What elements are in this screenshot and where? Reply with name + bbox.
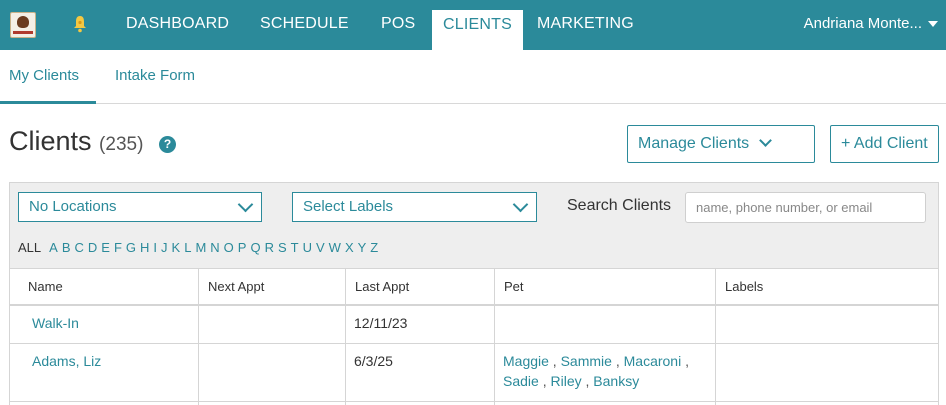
search-input[interactable] xyxy=(685,192,926,223)
alpha-letter[interactable]: O xyxy=(224,240,234,255)
pet-cell xyxy=(494,306,715,343)
alphabet-filter: ALL A B C D E F G H I J K L M N O P Q R S T U V W X Y Z xyxy=(18,240,382,255)
next-appt-cell xyxy=(198,306,345,343)
pet-link[interactable]: Sammie xyxy=(561,353,612,369)
client-name[interactable]: Walk-In xyxy=(32,315,79,331)
nav-marketing[interactable]: MARKETING xyxy=(537,0,634,50)
table-row[interactable]: Walk-In 12/11/23 xyxy=(10,306,938,344)
add-client-label: + Add Client xyxy=(841,135,928,152)
help-icon[interactable]: ? xyxy=(159,136,176,153)
alpha-letter[interactable]: P xyxy=(238,240,247,255)
alpha-letter[interactable]: Q xyxy=(250,240,260,255)
alpha-letter[interactable]: N xyxy=(210,240,219,255)
alpha-letter[interactable]: X xyxy=(345,240,354,255)
alpha-letter[interactable]: A xyxy=(49,240,58,255)
nav-clients[interactable]: CLIENTS xyxy=(432,10,523,50)
last-appt-cell: 12/11/23 xyxy=(345,306,494,343)
column-header-next-appt[interactable]: Next Appt xyxy=(198,269,345,305)
alpha-letter[interactable]: D xyxy=(88,240,97,255)
sub-tabs: My Clients Intake Form xyxy=(0,50,946,104)
alpha-letter[interactable]: Y xyxy=(358,240,367,255)
tab-my-clients[interactable]: My Clients xyxy=(0,50,96,104)
alpha-letter[interactable]: E xyxy=(101,240,110,255)
last-appt-cell: 6/3/25 xyxy=(345,344,494,401)
user-name: Andriana Monte... xyxy=(803,15,922,32)
nav-dashboard[interactable]: DASHBOARD xyxy=(126,0,229,50)
user-menu[interactable]: Andriana Monte... xyxy=(804,0,938,50)
nav-pos[interactable]: POS xyxy=(381,0,415,50)
alpha-letter[interactable]: U xyxy=(303,240,312,255)
alpha-letter[interactable]: H xyxy=(140,240,149,255)
top-nav-bar: DASHBOARD SCHEDULE POS CLIENTS MARKETING… xyxy=(0,0,946,50)
alpha-letter[interactable]: K xyxy=(172,240,181,255)
table-row[interactable]: Adams, Liz 6/3/25 Maggie , Sammie , Maca… xyxy=(10,344,938,402)
alpha-all[interactable]: ALL xyxy=(18,240,41,255)
manage-clients-label: Manage Clients xyxy=(638,135,750,152)
alpha-letter[interactable]: C xyxy=(74,240,83,255)
client-name-link[interactable]: Walk-In xyxy=(10,306,198,343)
add-client-button[interactable]: + Add Client xyxy=(830,125,939,163)
page-title: Clients (235) xyxy=(9,126,143,157)
table-header: Name Next Appt Last Appt Pet Labels xyxy=(10,268,938,306)
logo-text-mark xyxy=(13,31,33,34)
page-title-text: Clients xyxy=(9,126,92,156)
labels-cell xyxy=(715,344,938,401)
alpha-letter[interactable]: T xyxy=(291,240,299,255)
pet-link[interactable]: Sadie xyxy=(503,373,539,389)
chevron-down-icon xyxy=(759,134,773,147)
next-appt-cell xyxy=(198,344,345,401)
client-name-link[interactable]: Adams, Liz xyxy=(10,344,198,401)
labels-select-value: Select Labels xyxy=(303,198,394,215)
alpha-letter[interactable]: I xyxy=(153,240,157,255)
pet-cell: Maggie , Sammie , Macaroni , Sadie , Rile… xyxy=(494,344,715,401)
nav-schedule[interactable]: SCHEDULE xyxy=(260,0,349,50)
column-header-last-appt[interactable]: Last Appt xyxy=(345,269,494,305)
search-label: Search Clients xyxy=(567,197,672,214)
bell-icon[interactable] xyxy=(73,15,87,33)
clients-panel: No Locations Select Labels Search Client… xyxy=(9,182,939,405)
manage-clients-button[interactable]: Manage Clients xyxy=(627,125,815,163)
column-header-labels[interactable]: Labels xyxy=(715,269,938,305)
pet-link[interactable]: Riley xyxy=(550,373,581,389)
location-select-value: No Locations xyxy=(29,198,117,215)
alpha-letter[interactable]: R xyxy=(265,240,274,255)
tab-intake-form[interactable]: Intake Form xyxy=(115,50,195,104)
column-header-pet[interactable]: Pet xyxy=(494,269,715,305)
dog-logo-icon xyxy=(17,16,29,28)
alpha-letter[interactable]: V xyxy=(316,240,325,255)
alpha-letter[interactable]: F xyxy=(114,240,122,255)
chevron-down-icon xyxy=(237,196,254,213)
client-name[interactable]: Adams, Liz xyxy=(32,353,101,369)
labels-select[interactable]: Select Labels xyxy=(292,192,537,222)
pet-link[interactable]: Banksy xyxy=(593,373,639,389)
alpha-letter[interactable]: G xyxy=(126,240,136,255)
alpha-letter[interactable]: J xyxy=(161,240,168,255)
labels-cell xyxy=(715,306,938,343)
pet-link[interactable]: Maggie xyxy=(503,353,549,369)
alpha-letter[interactable]: S xyxy=(278,240,287,255)
column-header-name[interactable]: Name xyxy=(10,269,198,305)
alpha-letter[interactable]: L xyxy=(184,240,191,255)
alpha-letter[interactable]: Z xyxy=(370,240,378,255)
chevron-down-icon xyxy=(512,196,529,213)
caret-down-icon xyxy=(928,21,938,28)
alpha-letter[interactable]: B xyxy=(62,240,71,255)
alpha-letter[interactable]: W xyxy=(329,240,341,255)
pet-link[interactable]: Macaroni xyxy=(624,353,682,369)
brand-logo[interactable] xyxy=(10,12,36,38)
alpha-letter[interactable]: M xyxy=(195,240,206,255)
client-count: (235) xyxy=(99,134,144,155)
location-select[interactable]: No Locations xyxy=(18,192,262,222)
